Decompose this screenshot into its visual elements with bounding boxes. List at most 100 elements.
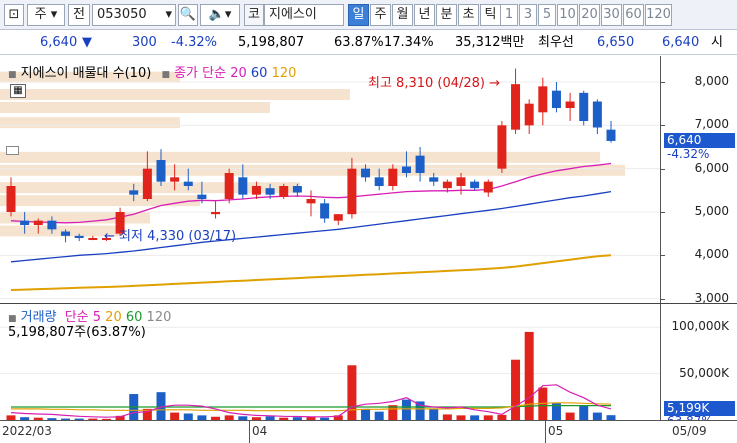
x-label-date: 05/09 <box>672 424 707 438</box>
candle-body <box>333 214 343 221</box>
period-tab[interactable]: 월 <box>392 4 413 26</box>
vol_ma5-line <box>10 384 612 418</box>
last-price-badge: 6,640 <box>664 132 735 148</box>
market-select[interactable]: 주 ▾ <box>27 4 65 26</box>
stock-code-input[interactable]: 053050 ▾ <box>92 4 176 26</box>
high-price-text: 최고 8,310 (04/28) <box>368 76 486 91</box>
period-tab[interactable]: 분 <box>436 4 457 26</box>
speaker-icon[interactable]: 🔈▾ <box>200 4 240 26</box>
period-tab[interactable]: 틱 <box>480 4 501 26</box>
interval-tab[interactable]: 10 <box>557 4 578 26</box>
volume-value-text: 5,198,807주(63.87%) <box>8 325 146 340</box>
price-change-pct: -4.32% <box>171 35 217 50</box>
candle-body <box>470 181 480 189</box>
interval-tab[interactable]: 5 <box>538 4 556 26</box>
volume-bar <box>361 408 371 420</box>
candle-body <box>88 238 98 240</box>
candle-body <box>347 168 357 215</box>
candle-body <box>211 212 221 215</box>
volume-bar <box>592 412 602 420</box>
interval-tab[interactable]: 120 <box>645 4 672 26</box>
candle-body <box>74 235 84 238</box>
panel-divider <box>0 303 737 304</box>
price-legend: ■ 지에스이 매물대 수(10) ■ 종가 단순 20 60 120 <box>8 62 296 81</box>
search-icon[interactable]: 🔍 <box>178 4 198 26</box>
volume-profile-bar <box>0 102 270 113</box>
volume-bar <box>401 399 411 420</box>
low-price-label: ← 최저 4,330 (03/17) <box>104 229 237 244</box>
down-arrow-icon: ▼ <box>82 35 92 50</box>
current-price: 6,640 <box>40 35 78 50</box>
low-price-text: 최저 4,330 (03/17) <box>119 229 237 244</box>
x-divider <box>249 421 250 443</box>
best-ask-price: 6,650 <box>597 35 635 50</box>
price-tick-label: 5,000 <box>694 204 729 218</box>
candle-body <box>401 166 411 173</box>
candle-body <box>442 181 452 189</box>
candle-body <box>361 168 371 178</box>
candle-body <box>142 168 152 199</box>
grid-table-icon[interactable]: ▦ <box>10 84 26 98</box>
interval-tab[interactable]: 30 <box>601 4 622 26</box>
candle-body <box>61 231 71 236</box>
tick-mark <box>661 255 665 257</box>
volume-bar <box>415 401 425 420</box>
interval-tab[interactable]: 1 <box>500 4 518 26</box>
candle-body <box>374 177 384 186</box>
candle-body <box>306 199 316 204</box>
volume-profile-bar <box>0 89 350 100</box>
window-menu-icon[interactable]: ⊡ <box>4 4 24 26</box>
candle-body <box>429 177 439 182</box>
stock-code-value: 053050 <box>97 7 147 22</box>
volume-bar <box>374 411 384 420</box>
volume-bar <box>347 365 357 420</box>
candle-body <box>265 188 275 195</box>
price-chart[interactable] <box>0 56 660 303</box>
interval-tab[interactable]: 20 <box>579 4 600 26</box>
candle-body <box>156 160 166 182</box>
candle-body <box>129 190 139 195</box>
quote-bar: 6,640 ▼ 300 -4.32% 5,198,807 63.87% 17.3… <box>0 31 737 55</box>
price-ma-label: 종가 단순 <box>174 66 227 81</box>
price-tick-label: 7,000 <box>694 117 729 132</box>
volume-bar <box>579 405 589 420</box>
candle-body <box>565 101 575 108</box>
toolbar: ⊡ 주 ▾ 전 053050 ▾ 🔍 🔈▾ 코 지에스이 일주월년분초틱 1351… <box>0 0 737 30</box>
candle-body <box>483 181 493 193</box>
period-tab[interactable]: 초 <box>458 4 479 26</box>
x-divider <box>545 421 546 443</box>
market-tag: 코 <box>244 4 264 26</box>
volume-axis: 100,000K50,000K5,199K63.87% <box>660 304 737 428</box>
candle-body <box>579 92 589 121</box>
candle-body <box>224 173 234 199</box>
price-change: 300 <box>132 35 157 50</box>
volume-profile-bar <box>0 164 625 176</box>
interval-tab[interactable]: 3 <box>519 4 537 26</box>
legend-square-icon: ■ <box>161 70 170 80</box>
price-axis: 8,000 7,000 6,000 5,000 4,000 3,000 6,640 -4.32… <box>660 56 737 305</box>
legend-square-icon: ■ <box>8 70 17 80</box>
name-search-button[interactable]: 전 <box>68 4 90 26</box>
candle-body <box>279 186 289 197</box>
candle-body <box>538 86 548 113</box>
interval-tab[interactable]: 60 <box>623 4 644 26</box>
candle-body <box>33 220 43 225</box>
volume-bar <box>170 412 180 420</box>
period-tab[interactable]: 년 <box>414 4 435 26</box>
stock-name-field[interactable]: 지에스이 <box>264 4 344 26</box>
last-price-pct: -4.32% <box>667 146 710 161</box>
period-tab[interactable]: 일 <box>348 4 369 26</box>
volume-tick-label: 50,000K <box>679 365 729 380</box>
candle-body <box>183 181 193 186</box>
collapse-icon[interactable] <box>6 146 19 155</box>
tick-mark <box>661 125 665 127</box>
price-ma120-label: 120 <box>271 66 297 81</box>
turnover-rate: 17.34% <box>384 35 434 50</box>
candle-body <box>320 203 330 219</box>
candle-body <box>456 177 466 186</box>
candle-body <box>511 84 521 130</box>
period-tab[interactable]: 주 <box>370 4 391 26</box>
price-ma120-line <box>10 254 612 291</box>
x-label-mar: 2022/03 <box>2 424 52 438</box>
market-select-label: 주 <box>34 7 47 22</box>
